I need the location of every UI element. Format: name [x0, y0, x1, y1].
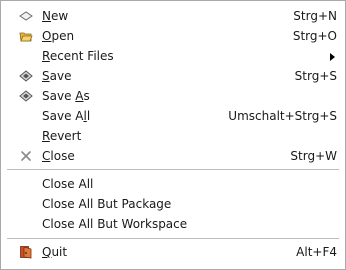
quit-icon	[19, 245, 33, 259]
menu-item-recent-files[interactable]: Recent Files	[1, 46, 345, 66]
menu-item-save-all-shortcut: Umschalt+Strg+S	[228, 109, 337, 123]
menu-item-close-all-but-workspace-label: Close All But Workspace	[42, 217, 188, 231]
menu-item-save-all-label: Save All	[42, 109, 91, 123]
open-folder-icon	[19, 29, 33, 43]
menu-item-close-all[interactable]: Close All	[1, 174, 345, 194]
save-icon	[19, 69, 33, 83]
menu-item-save-as-label: Save As	[42, 89, 90, 103]
menu-item-save-as[interactable]: Save As	[1, 86, 345, 106]
menu-item-close-all-but-package-label: Close All But Package	[42, 197, 172, 211]
menu-item-open-label: Open	[42, 29, 75, 43]
menu-item-save[interactable]: Save Strg+S	[1, 66, 345, 86]
file-menu: New Strg+N Open Strg+O Recent Files Save…	[0, 0, 346, 270]
menu-item-save-label: Save	[42, 69, 72, 83]
menu-item-revert-label: Revert	[42, 129, 82, 143]
menu-item-new-label: New	[42, 9, 69, 23]
submenu-arrow-icon	[330, 53, 335, 61]
menu-item-save-all[interactable]: Save All Umschalt+Strg+S	[1, 106, 345, 126]
menu-item-close-all-but-workspace[interactable]: Close All But Workspace	[1, 214, 345, 234]
menu-item-open[interactable]: Open Strg+O	[1, 26, 345, 46]
menu-item-revert[interactable]: Revert	[1, 126, 345, 146]
menu-separator	[7, 169, 339, 170]
menu-item-save-shortcut: Strg+S	[294, 69, 337, 83]
menu-item-new-shortcut: Strg+N	[293, 9, 337, 23]
close-icon	[19, 149, 33, 163]
save-as-icon	[19, 89, 33, 103]
menu-item-quit[interactable]: Quit Alt+F4	[1, 242, 345, 262]
menu-item-open-shortcut: Strg+O	[292, 29, 337, 43]
menu-item-new[interactable]: New Strg+N	[1, 6, 345, 26]
menu-item-close-all-but-package[interactable]: Close All But Package	[1, 194, 345, 214]
menu-item-recent-files-label: Recent Files	[42, 49, 114, 63]
menu-item-quit-label: Quit	[42, 245, 68, 259]
menu-item-close-shortcut: Strg+W	[290, 149, 337, 163]
menu-separator	[7, 238, 339, 239]
menu-item-close[interactable]: Close Strg+W	[1, 146, 345, 166]
menu-item-close-label: Close	[42, 149, 75, 163]
menu-item-quit-shortcut: Alt+F4	[296, 245, 337, 259]
new-file-icon	[19, 9, 33, 23]
menu-item-close-all-label: Close All	[42, 177, 94, 191]
